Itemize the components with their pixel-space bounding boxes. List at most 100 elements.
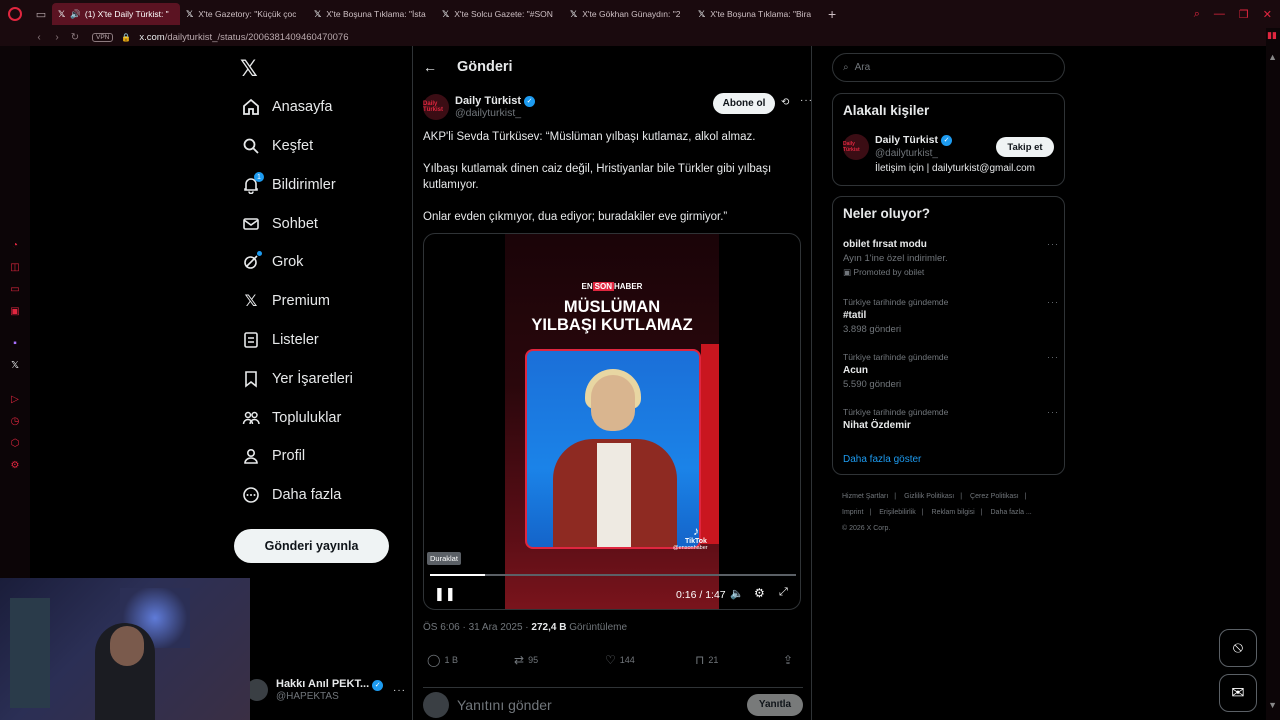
right-sidebar: ⌕ Ara Alakalı kişiler Daily Türkist Dail…	[832, 46, 1066, 720]
trend-item[interactable]: obilet fırsat modu Ayın 1'ine özel indir…	[843, 239, 1058, 278]
aria-icon[interactable]: ◔	[9, 240, 21, 252]
tab-label: X'te Solcu Gazete: "#SON	[454, 9, 553, 19]
share-action[interactable]: ⇪	[783, 653, 797, 667]
bookmark-action[interactable]: ⊓ 21	[695, 653, 718, 667]
video-progress-bar[interactable]	[430, 574, 796, 576]
sidebar-toggle-icon[interactable]: ▮▮	[1267, 30, 1277, 41]
reply-input[interactable]: Yanıtını gönder	[457, 697, 747, 713]
footer-link[interactable]: Hizmet Şartları	[842, 493, 888, 500]
scroll-down-icon[interactable]: ▼	[1268, 700, 1277, 710]
trend-item[interactable]: Türkiye tarihinde gündemde Acun 5.590 gö…	[843, 352, 1058, 390]
related-avatar[interactable]: Daily Türkist	[843, 134, 869, 160]
player-icon[interactable]: ▷	[9, 394, 21, 406]
url-field[interactable]: x.com/dailyturkist_/status/2006381409460…	[139, 32, 348, 43]
reply-action[interactable]: ◯ 1 B	[427, 653, 458, 667]
tab-1[interactable]: 𝕏 X'te Gazetory: "Küçük çoc	[180, 3, 308, 25]
subscribe-button[interactable]: Abone ol	[713, 93, 775, 114]
footer-link[interactable]: Daha fazla ...	[991, 509, 1032, 516]
forward-icon[interactable]: ›	[48, 32, 66, 43]
messenger-icon[interactable]: ▭	[9, 284, 21, 296]
messages-float-button[interactable]: ✉	[1219, 674, 1257, 712]
more-icon[interactable]: ···	[1047, 239, 1059, 249]
follow-button[interactable]: Takip et	[996, 137, 1054, 157]
author-avatar[interactable]: Daily Türkist	[423, 94, 449, 120]
nav-item-grok[interactable]: Grok	[242, 248, 303, 276]
more-icon[interactable]: ···	[800, 95, 813, 106]
nav-item-communities[interactable]: Topluluklar	[242, 404, 341, 432]
footer-link[interactable]: Reklam bilgisi	[932, 509, 975, 516]
vpn-badge[interactable]: VPN	[92, 32, 114, 42]
x-favicon-icon: 𝕏	[58, 8, 66, 19]
nav-item-bookmarks[interactable]: Yer İşaretleri	[242, 365, 353, 393]
more-icon[interactable]: ···	[393, 685, 406, 696]
volume-icon[interactable]: 🔈	[730, 587, 744, 600]
fullscreen-icon[interactable]: ⤢	[779, 586, 788, 599]
nav-item-explore[interactable]: Keşfet	[242, 132, 313, 160]
nav-item-notifications[interactable]: 1 Bildirimler	[242, 171, 336, 199]
back-icon[interactable]: ‹	[30, 32, 48, 43]
x-logo-icon[interactable]: 𝕏	[240, 56, 258, 82]
nav-item-premium[interactable]: 𝕏 Premium	[242, 287, 330, 315]
tweet-time[interactable]: ÖS 6:06 · 31 Ara 2025 ·	[423, 622, 531, 633]
tab-switcher-icon[interactable]: ▭	[30, 0, 52, 28]
footer-link[interactable]: Gizlilik Politikası	[904, 493, 954, 500]
extensions-icon[interactable]: ⬡	[9, 438, 21, 450]
minimize-icon[interactable]: —	[1214, 8, 1225, 20]
account-name-row: Hakkı Anıl PEKT... ✓	[276, 678, 393, 691]
related-name-row[interactable]: Daily Türkist ✓	[875, 134, 953, 146]
new-tab-icon[interactable]: +	[828, 6, 836, 22]
more-icon[interactable]: ···	[1047, 352, 1059, 362]
trend-sub: 3.898 gönderi	[843, 324, 902, 335]
post-button[interactable]: Gönderi yayınla	[234, 529, 389, 563]
twitch-icon[interactable]: ▪	[9, 338, 21, 350]
webcam-overlay	[0, 578, 250, 720]
footer-link[interactable]: Erişilebilirlik	[879, 509, 916, 516]
repost-action[interactable]: ⇄ 95	[514, 653, 538, 667]
history-icon[interactable]: ◷	[9, 416, 21, 428]
grok-float-button[interactable]: ⦸	[1219, 629, 1257, 667]
tweet-meta: ÖS 6:06 · 31 Ara 2025 · 272,4 B Görüntül…	[423, 622, 627, 633]
show-more-link[interactable]: Daha fazla göster	[843, 454, 921, 465]
mail-app-icon[interactable]: ▣	[9, 306, 21, 318]
x-app-icon[interactable]: 𝕏	[9, 360, 21, 372]
nav-item-profile[interactable]: Profil	[242, 442, 305, 470]
scroll-up-icon[interactable]: ▲	[1268, 52, 1277, 62]
maximize-icon[interactable]: ❐	[1239, 8, 1249, 21]
nav-item-home[interactable]: Anasayfa	[242, 93, 332, 121]
trend-item[interactable]: Türkiye tarihinde gündemde #tatil 3.898 …	[843, 297, 1058, 335]
lock-icon[interactable]: 🔒	[121, 33, 131, 42]
opera-logo-icon[interactable]	[0, 0, 30, 28]
bag-icon[interactable]: ◫	[9, 262, 21, 274]
pause-icon[interactable]: ❚❚	[434, 586, 456, 602]
more-icon[interactable]: ···	[1047, 297, 1059, 307]
search-tabs-icon[interactable]: ⌕	[1194, 8, 1200, 21]
trend-item[interactable]: Türkiye tarihinde gündemde Nihat Özdemir…	[843, 407, 1058, 431]
close-icon[interactable]: ✕	[1263, 8, 1272, 21]
tab-2[interactable]: 𝕏 X'te Boşuna Tıklama: "İsta	[308, 3, 436, 25]
tab-3[interactable]: 𝕏 X'te Solcu Gazete: "#SON	[436, 3, 564, 25]
tab-0[interactable]: 𝕏 🔊 (1) X'te Daily Türkist: "	[52, 3, 180, 25]
footer-link[interactable]: Imprint	[842, 509, 863, 516]
account-switcher[interactable]: Hakkı Anıl PEKT... ✓ @HAPEKTAS ···	[246, 672, 406, 708]
more-icon[interactable]: ···	[1047, 407, 1059, 417]
related-handle[interactable]: @dailyturkist_	[875, 148, 938, 159]
tab-4[interactable]: 𝕏 X'te Gökhan Günaydın: "2	[564, 3, 692, 25]
like-action[interactable]: ♡ 144	[605, 653, 635, 667]
reply-button[interactable]: Yanıtla	[747, 693, 803, 716]
author-name-row[interactable]: Daily Türkist ✓	[455, 95, 536, 107]
settings-icon[interactable]: ⚙	[9, 460, 21, 472]
nav-item-more[interactable]: Daha fazla	[242, 481, 341, 509]
back-arrow-icon[interactable]: ←	[423, 59, 437, 75]
settings-gear-icon[interactable]: ⚙	[754, 586, 765, 600]
search-input[interactable]: ⌕ Ara	[832, 53, 1065, 82]
tab-5[interactable]: 𝕏 X'te Boşuna Tıklama: "Bira	[692, 3, 820, 25]
reload-icon[interactable]: ↻	[66, 32, 84, 43]
audio-icon[interactable]: 🔊	[70, 9, 81, 20]
nav-item-messages[interactable]: Sohbet	[242, 210, 318, 238]
video-player[interactable]: EN SON HABER MÜSLÜMAN YILBAŞI KUTLAMAZ ♪ Ti…	[423, 233, 801, 610]
video-frame[interactable]: EN SON HABER MÜSLÜMAN YILBAŞI KUTLAMAZ ♪ Ti…	[505, 234, 719, 609]
footer-link[interactable]: Çerez Politikası	[970, 493, 1019, 500]
nav-item-lists[interactable]: Listeler	[242, 326, 319, 354]
author-handle[interactable]: @dailyturkist_	[455, 107, 535, 119]
grok-explain-icon[interactable]: ⟲	[781, 97, 789, 108]
